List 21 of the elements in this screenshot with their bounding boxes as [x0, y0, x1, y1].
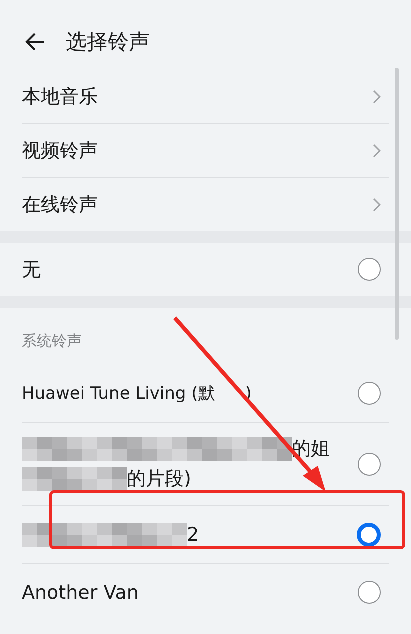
ringtone-name: Huawei Tune Living (默	[22, 383, 216, 405]
radio-button[interactable]	[358, 382, 381, 405]
section-title: 系统铃声	[22, 332, 83, 351]
chevron-icon	[373, 90, 381, 104]
ringtone-option[interactable]: Another Van	[22, 564, 389, 621]
ringtone-name: 2	[187, 524, 200, 546]
radio-button[interactable]	[358, 581, 381, 604]
radio-button[interactable]	[357, 522, 381, 546]
ringtone-name: 的片段)	[127, 467, 192, 492]
ringtone-option[interactable]: 无	[22, 243, 389, 296]
ringtone-option[interactable]: 2	[22, 506, 389, 564]
menu-item[interactable]: 在线铃声	[22, 178, 389, 231]
menu-item[interactable]: 视频铃声	[22, 124, 389, 178]
ringtone-name: Another Van	[22, 582, 139, 604]
radio-button[interactable]	[358, 258, 381, 281]
chevron-icon	[373, 144, 381, 158]
chevron-icon	[373, 198, 381, 212]
page-title: 选择铃声	[66, 29, 150, 56]
radio-button[interactable]	[358, 452, 381, 476]
menu-item[interactable]: 本地音乐	[22, 70, 389, 124]
back-button[interactable]	[24, 31, 46, 53]
